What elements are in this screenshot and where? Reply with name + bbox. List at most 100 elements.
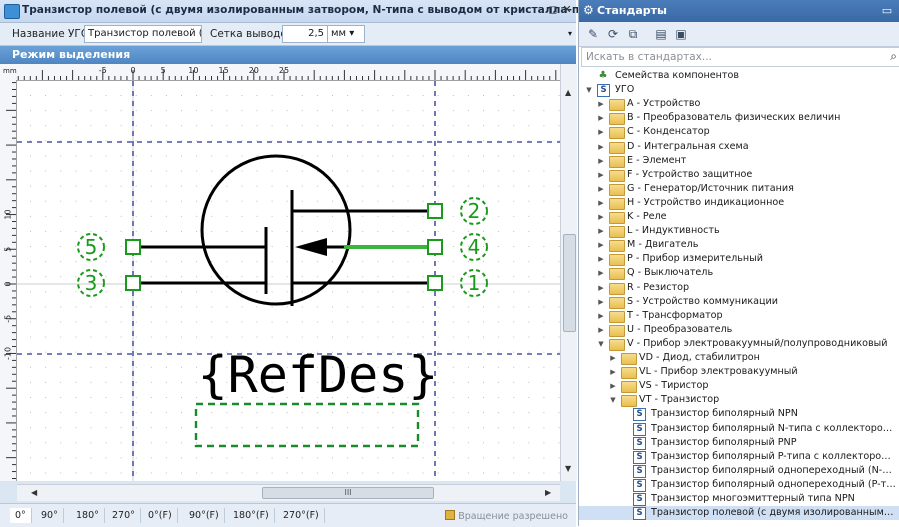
vertical-scroll-thumb[interactable] bbox=[563, 234, 576, 332]
collapse-arrow-icon[interactable]: ▶ bbox=[597, 281, 605, 295]
tree-item[interactable]: ▶ C - Конденсатор bbox=[579, 125, 899, 140]
tree-item[interactable]: ▼ S УГО bbox=[579, 83, 899, 98]
pin-connector[interactable] bbox=[427, 275, 443, 291]
window-restore-icon[interactable]: ◻ bbox=[546, 3, 560, 17]
collapse-arrow-icon[interactable]: ▶ bbox=[597, 309, 605, 323]
collapse-arrow-icon[interactable]: ▶ bbox=[597, 168, 605, 182]
tree-item[interactable]: ▶ E - Элемент bbox=[579, 154, 899, 168]
collapse-arrow-icon[interactable]: ▶ bbox=[597, 266, 605, 280]
tree-item[interactable]: S Транзистор биполярный N-типа с коллекто… bbox=[579, 422, 899, 436]
tree-item-label: Транзистор биполярный PNP bbox=[651, 436, 797, 448]
collapse-arrow-icon[interactable]: ▶ bbox=[597, 210, 605, 224]
standards-tree[interactable]: ♣ Семейства компонентов ▼ S УГО ▶ A - Устройст… bbox=[579, 67, 899, 526]
expand-arrow-icon[interactable]: ▼ bbox=[585, 83, 593, 97]
rotation-button[interactable]: 270° bbox=[107, 508, 141, 523]
collapse-arrow-icon[interactable]: ▶ bbox=[597, 295, 605, 309]
tree-item[interactable]: ▶ L - Индуктивность bbox=[579, 224, 899, 239]
copy-icon[interactable]: ⧉ bbox=[625, 26, 641, 42]
collapse-arrow-icon[interactable]: ▶ bbox=[609, 365, 617, 379]
edit-icon[interactable]: ✎ bbox=[585, 26, 601, 42]
search-icon[interactable]: ⌕ bbox=[890, 49, 897, 64]
tree-item[interactable]: S Транзистор полевой (с двумя изолированн… bbox=[579, 506, 899, 521]
pin-connector[interactable] bbox=[125, 239, 141, 255]
tree-item[interactable]: S Транзистор многоэмиттерный типа NPN bbox=[579, 492, 899, 506]
scroll-right-icon[interactable]: ▶ bbox=[545, 488, 551, 497]
tree-item[interactable]: ▶ U - Преобразователь bbox=[579, 323, 899, 337]
collapse-arrow-icon[interactable]: ▶ bbox=[609, 379, 617, 393]
tree-item[interactable]: ▶ F - Устройство защитное bbox=[579, 168, 899, 182]
tree-item[interactable]: S Транзистор биполярный NPN bbox=[579, 407, 899, 422]
tree-item[interactable]: S Транзистор биполярный P-типа с коллекто… bbox=[579, 450, 899, 464]
tree-item-label: V - Прибор электровакуумный/полупроводни… bbox=[627, 337, 888, 349]
rotation-button[interactable]: 0°(F) bbox=[143, 508, 178, 523]
panel-restore-icon[interactable]: ▭ bbox=[880, 4, 894, 18]
tree-item[interactable]: ▶ G - Генератор/Источник питания bbox=[579, 182, 899, 196]
collapse-arrow-icon[interactable]: ▶ bbox=[597, 140, 605, 154]
tree-item[interactable]: ▼ V - Прибор электровакуумный/полупроводн… bbox=[579, 337, 899, 351]
pin-grid-field[interactable]: 2,5 bbox=[282, 25, 328, 43]
collapse-arrow-icon[interactable]: ▶ bbox=[597, 196, 605, 210]
search-placeholder: Искать в стандартах... bbox=[586, 51, 712, 63]
refdes-bounding-box[interactable] bbox=[194, 402, 420, 448]
tree-item[interactable]: ♣ Семейства компонентов bbox=[579, 69, 899, 83]
tree-item[interactable]: ▶ VD - Диод, стабилитрон bbox=[579, 351, 899, 365]
tree-item[interactable]: ▶ K - Реле bbox=[579, 210, 899, 224]
tree-item[interactable]: ▶ D - Интегральная схема bbox=[579, 140, 899, 154]
scroll-down-icon[interactable]: ▼ bbox=[565, 464, 571, 473]
ruler-left-label: -5 bbox=[4, 315, 13, 323]
tree-item[interactable]: ▶ S - Устройство коммуникации bbox=[579, 295, 899, 309]
collapse-arrow-icon[interactable]: ▶ bbox=[609, 351, 617, 365]
rotation-button[interactable]: 180° bbox=[71, 508, 105, 523]
refdes-text[interactable]: {RefDes} bbox=[198, 346, 439, 404]
import-icon[interactable]: ▤ bbox=[653, 26, 669, 42]
tree-item[interactable]: ▶ A - Устройство bbox=[579, 97, 899, 112]
rotation-button[interactable]: 0° bbox=[10, 508, 32, 523]
unit-dropdown[interactable]: мм ▾ bbox=[327, 25, 365, 43]
tree-item[interactable]: ▶ VL - Прибор электровакуумный bbox=[579, 365, 899, 380]
symbol-name-field[interactable]: Транзистор полевой (с ... bbox=[84, 25, 202, 43]
export-icon[interactable]: ▣ bbox=[673, 26, 689, 42]
ruler-top: mm -5 0 5 10 15 20 25 bbox=[0, 64, 560, 81]
tree-item[interactable]: ▶ P - Прибор измерительный bbox=[579, 252, 899, 267]
close-icon[interactable]: ✕ bbox=[560, 3, 574, 17]
collapse-arrow-icon[interactable]: ▶ bbox=[597, 238, 605, 252]
tree-item[interactable]: ▶ B - Преобразователь физических величин bbox=[579, 111, 899, 126]
tree-item[interactable]: ▶ VS - Тиристор bbox=[579, 379, 899, 394]
tree-item[interactable]: S Транзистор биполярный однопереходный (P… bbox=[579, 478, 899, 492]
collapse-arrow-icon[interactable]: ▶ bbox=[597, 323, 605, 337]
rotation-button[interactable]: 180°(F) bbox=[228, 508, 275, 523]
pin-connector[interactable] bbox=[125, 275, 141, 291]
horizontal-scroll-thumb[interactable]: III bbox=[262, 487, 434, 499]
tree-item[interactable]: ▶ M - Двигатель bbox=[579, 238, 899, 253]
expand-arrow-icon[interactable]: ▼ bbox=[597, 337, 605, 351]
scroll-up-icon[interactable]: ▲ bbox=[565, 88, 571, 97]
folder-icon bbox=[621, 367, 637, 380]
tree-item[interactable]: S Транзистор биполярный однопереходный (N… bbox=[579, 464, 899, 478]
pin-connector[interactable] bbox=[427, 203, 443, 219]
tree-item[interactable]: ▼ VT - Транзистор bbox=[579, 393, 899, 408]
rotation-button[interactable]: 90°(F) bbox=[184, 508, 225, 523]
collapse-arrow-icon[interactable]: ▶ bbox=[597, 224, 605, 238]
drawing-canvas[interactable]: 5 3 2 4 1 {RefDes} bbox=[17, 81, 560, 481]
collapse-arrow-icon[interactable]: ▶ bbox=[597, 182, 605, 196]
standards-search-input[interactable]: Искать в стандартах... ⌕ bbox=[581, 47, 899, 67]
tree-item[interactable]: S Транзистор биполярный PNP bbox=[579, 436, 899, 450]
collapse-arrow-icon[interactable]: ▶ bbox=[597, 154, 605, 168]
horizontal-scrollbar[interactable]: ◀ III ▶ bbox=[17, 484, 560, 501]
collapse-arrow-icon[interactable]: ▶ bbox=[597, 97, 605, 111]
scroll-left-icon[interactable]: ◀ bbox=[31, 488, 37, 497]
collapse-arrow-icon[interactable]: ▶ bbox=[597, 125, 605, 139]
tree-item[interactable]: ▶ H - Устройство индикационное bbox=[579, 196, 899, 210]
vertical-scrollbar[interactable]: ▲ ▼ bbox=[560, 64, 577, 481]
collapse-arrow-icon[interactable]: ▶ bbox=[597, 252, 605, 266]
refresh-icon[interactable]: ⟳ bbox=[605, 26, 621, 42]
toolbar-overflow-icon[interactable]: ▾ bbox=[568, 29, 572, 38]
tree-item[interactable]: ▶ Q - Выключатель bbox=[579, 266, 899, 281]
collapse-arrow-icon[interactable]: ▶ bbox=[597, 111, 605, 125]
tree-item[interactable]: ▶ R - Резистор bbox=[579, 281, 899, 295]
tree-item[interactable]: ▶ T - Трансформатор bbox=[579, 309, 899, 323]
rotation-button[interactable]: 270°(F) bbox=[278, 508, 325, 523]
pin-connector[interactable] bbox=[427, 239, 443, 255]
expand-arrow-icon[interactable]: ▼ bbox=[609, 393, 617, 407]
rotation-button[interactable]: 90° bbox=[36, 508, 64, 523]
